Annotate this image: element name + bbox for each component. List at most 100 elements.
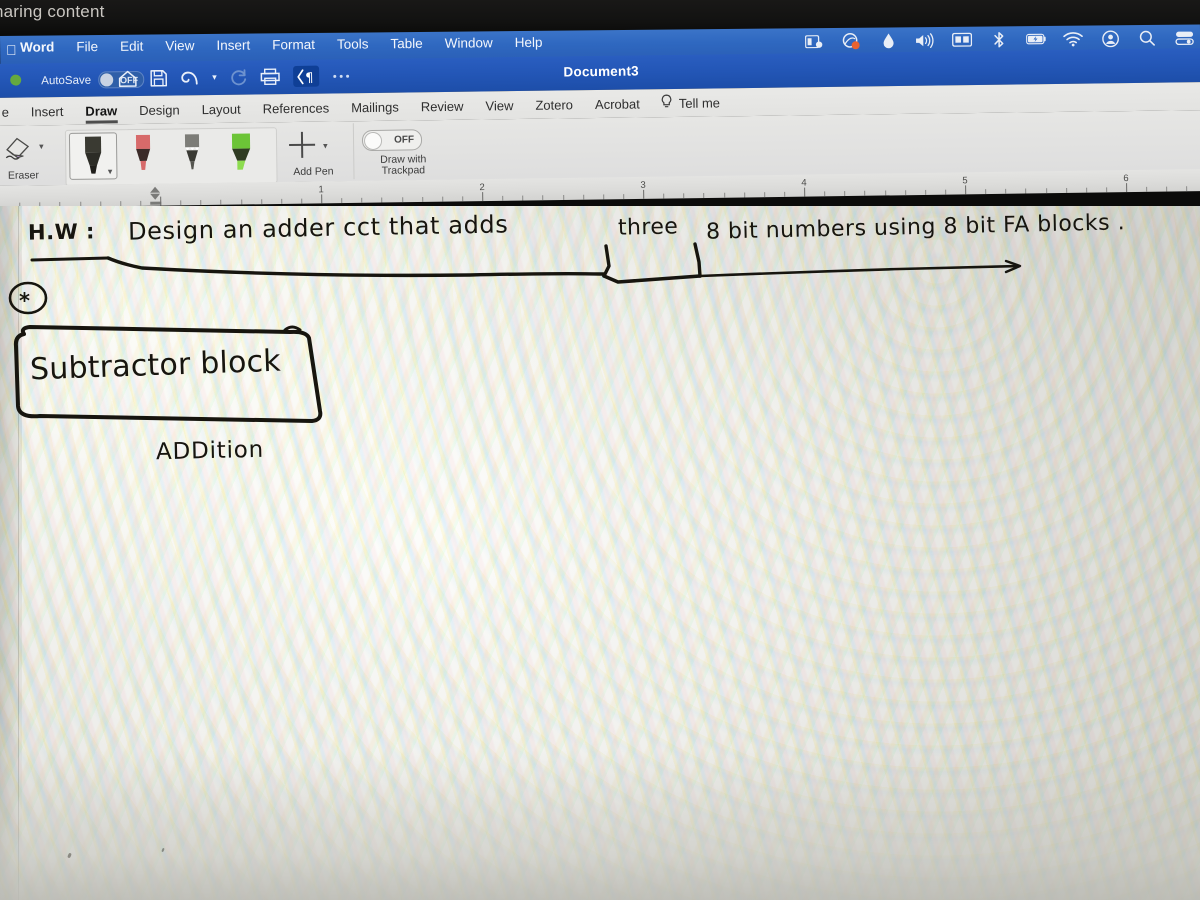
eraser-dropdown-chevron-icon[interactable]: ▾ — [39, 141, 44, 152]
ruler-number: 1 — [318, 184, 324, 196]
ruler-tick — [542, 195, 544, 201]
control-strip-icon[interactable] — [841, 31, 861, 51]
menu-bar-status-icons — [804, 28, 1194, 52]
draw-with-trackpad-label: Draw with Trackpad — [358, 153, 448, 177]
tab-mailings[interactable]: Mailings — [340, 96, 410, 118]
tab-zotero[interactable]: Zotero — [524, 94, 584, 116]
menu-item-view[interactable]: View — [165, 38, 194, 53]
ruler-tick — [160, 196, 162, 206]
ruler-tick — [1045, 188, 1047, 194]
ruler-tick — [1106, 187, 1108, 193]
tab-draw[interactable]: Draw — [74, 100, 128, 122]
document-page[interactable]: H.W : Design an adder cct that adds thre… — [0, 206, 1200, 900]
ruler-tick — [1085, 187, 1087, 193]
ruler-tick — [602, 194, 604, 200]
ruler-tick — [462, 196, 464, 202]
dropbox-icon[interactable] — [878, 30, 898, 50]
ruler-number: 2 — [479, 182, 485, 194]
draw-with-trackpad-state: OFF — [393, 134, 415, 146]
menu-item-help[interactable]: Help — [515, 35, 543, 50]
ruler-tick — [502, 195, 504, 201]
tab-view[interactable]: View — [474, 94, 524, 116]
page-bottom-shading — [0, 750, 1200, 900]
lightbulb-icon — [661, 93, 673, 113]
black-pen-tool[interactable]: ▾ — [68, 132, 118, 180]
tab-design[interactable]: Design — [128, 99, 191, 121]
ruler-tick — [341, 198, 343, 204]
ruler-tick — [683, 193, 685, 199]
ruler-tick — [945, 189, 947, 195]
eraser-label: Eraser — [7, 169, 40, 182]
ruler-tick — [200, 200, 202, 206]
ruler-tick — [844, 191, 846, 197]
draw-with-trackpad-knob — [363, 131, 383, 150]
screen-photo: haring content  Word File Edit View Ins… — [0, 0, 1200, 900]
ruler-tick — [180, 200, 182, 206]
ruler-tick — [904, 190, 906, 196]
ruler-tick — [522, 195, 524, 201]
user-account-icon[interactable] — [1100, 28, 1120, 48]
wifi-icon[interactable] — [1063, 29, 1083, 49]
ruler-tick — [623, 194, 625, 200]
tab-insert[interactable]: Insert — [20, 100, 75, 122]
battery-charging-icon[interactable] — [1026, 29, 1046, 49]
ruler-tick — [260, 199, 262, 205]
ruler-tick — [804, 187, 806, 197]
ruler-tick — [1065, 187, 1067, 193]
draw-with-trackpad-toggle[interactable]: OFF — [361, 129, 423, 152]
menu-item-format[interactable]: Format — [272, 37, 315, 52]
ruler-tick — [864, 190, 866, 196]
green-highlighter-tool[interactable] — [218, 130, 265, 176]
ruler-tick — [784, 191, 786, 197]
ruler-number: 5 — [962, 175, 968, 187]
menu-item-tools[interactable]: Tools — [337, 36, 369, 51]
menu-item-window[interactable]: Window — [445, 35, 493, 50]
menu-item-edit[interactable]: Edit — [120, 39, 143, 54]
eraser-icon[interactable] — [3, 133, 37, 168]
spotlight-search-icon[interactable] — [1137, 28, 1157, 48]
tab-home-truncated[interactable]: e — [0, 101, 20, 122]
menu-item-insert[interactable]: Insert — [216, 38, 250, 53]
tab-acrobat[interactable]: Acrobat — [584, 93, 651, 115]
red-pen-tool[interactable] — [120, 132, 167, 178]
pens-group: ▾ — [64, 124, 278, 186]
screen-recording-icon[interactable] — [804, 31, 824, 51]
gray-pencil-tool[interactable] — [169, 131, 216, 177]
menu-item-word[interactable]: Word — [20, 39, 54, 54]
menu-item-file[interactable]: File — [76, 39, 98, 54]
ruler-tick — [1186, 186, 1188, 192]
black-pen-dropdown-chevron-icon[interactable]: ▾ — [108, 166, 113, 177]
input-source-icon[interactable] — [952, 30, 973, 50]
ruler-tick — [1166, 186, 1168, 192]
ruler-tick — [441, 196, 444, 202]
ruler-tick — [924, 189, 926, 195]
screen-sharing-banner-text: haring content — [0, 2, 105, 21]
add-pen-dropdown-chevron-icon[interactable]: ▾ — [323, 141, 328, 152]
tell-me-button[interactable]: Tell me — [651, 93, 720, 113]
plus-icon — [289, 132, 315, 158]
add-pen-label: Add Pen — [293, 165, 334, 178]
bluetooth-icon[interactable] — [989, 29, 1009, 49]
ruler-tick — [763, 192, 765, 198]
control-center-icon[interactable] — [1174, 28, 1194, 48]
add-pen-group[interactable]: ▾ Add Pen — [279, 123, 348, 180]
ruler-tick — [743, 192, 745, 198]
tab-review[interactable]: Review — [410, 95, 475, 117]
tab-references[interactable]: References — [252, 97, 341, 119]
draw-with-trackpad-label-line2: Trackpad — [381, 164, 426, 177]
ruler-tick — [220, 199, 222, 205]
eraser-group: ▾ Eraser — [0, 127, 52, 184]
apple-logo-icon[interactable]:  — [6, 42, 18, 58]
ruler-tick — [582, 194, 584, 200]
ruler-tick — [663, 193, 665, 199]
volume-icon[interactable] — [915, 30, 935, 50]
ruler-number: 4 — [801, 177, 807, 189]
tab-layout[interactable]: Layout — [190, 98, 251, 120]
ruler-tick — [240, 199, 242, 205]
menu-item-table[interactable]: Table — [390, 36, 422, 51]
ruler-number: 6 — [1123, 173, 1129, 185]
ruler-tick — [421, 196, 423, 202]
ruler-tick — [1146, 186, 1148, 192]
ruler-tick — [985, 189, 987, 195]
ruler-tick — [1126, 183, 1128, 193]
